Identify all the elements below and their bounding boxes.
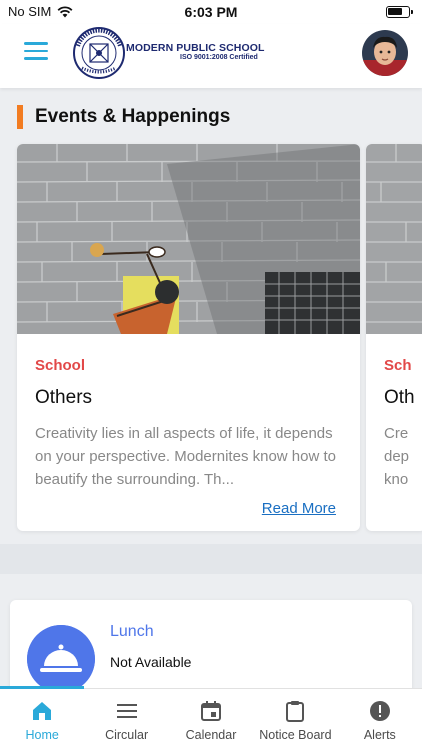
profile-avatar[interactable] (362, 30, 408, 76)
school-logo (73, 27, 125, 79)
event-card-next[interactable]: Sch Oth Cre dep kno (366, 144, 422, 531)
event-title: Others (35, 387, 93, 408)
battery-icon (386, 6, 413, 18)
nav-alerts[interactable]: Alerts (338, 689, 422, 750)
menu-lines-icon (116, 704, 137, 718)
nav-circular[interactable]: Circular (84, 689, 168, 750)
event-description-line: kno (384, 471, 409, 488)
section-accent-bar (17, 105, 23, 129)
event-category: School (35, 357, 86, 374)
nav-circular-label: Circular (105, 728, 149, 742)
school-certification: ISO 9001:2008 Certified (180, 54, 258, 61)
lunch-status: Not Available (110, 654, 192, 670)
hamburger-menu-icon[interactable] (24, 42, 48, 60)
nav-calendar[interactable]: Calendar (169, 689, 253, 750)
status-time: 6:03 PM (184, 4, 238, 20)
section-divider (0, 544, 422, 574)
cloche-icon (27, 625, 95, 693)
event-title: Oth (384, 387, 415, 408)
nav-calendar-label: Calendar (185, 728, 237, 742)
event-card[interactable]: School Others Creativity lies in all asp… (17, 144, 360, 531)
clipboard-icon (286, 701, 305, 722)
nav-notice-board-label: Notice Board (259, 728, 332, 742)
nav-notice-board[interactable]: Notice Board (253, 689, 337, 750)
bottom-navigation: Home Circular Calendar Notice Board Aler… (0, 686, 422, 750)
school-name: MODERN PUBLIC SCHOOL (126, 42, 265, 54)
event-description: Creativity lies in all aspects of life, … (35, 425, 336, 488)
event-description-line: Cre (384, 425, 409, 442)
event-image (17, 144, 360, 334)
event-image-next (366, 144, 422, 334)
lunch-title: Lunch (110, 623, 154, 640)
home-icon (33, 702, 52, 720)
nav-home-label: Home (25, 728, 59, 742)
event-description: Cre dep kno (384, 422, 422, 491)
app-header: MODERN PUBLIC SCHOOL ISO 9001:2008 Certi… (0, 24, 422, 88)
event-description-line: dep (384, 448, 410, 465)
status-bar: No SIM 6:03 PM (0, 0, 422, 24)
nav-alerts-label: Alerts (363, 728, 396, 742)
alert-icon (369, 701, 390, 721)
events-section-heading: Events & Happenings (17, 104, 230, 130)
read-more-link[interactable]: Read More (262, 500, 336, 517)
events-section-title: Events & Happenings (35, 106, 231, 127)
nav-home[interactable]: Home (0, 689, 84, 750)
event-category: Sch (384, 357, 412, 374)
calendar-icon (201, 701, 222, 721)
